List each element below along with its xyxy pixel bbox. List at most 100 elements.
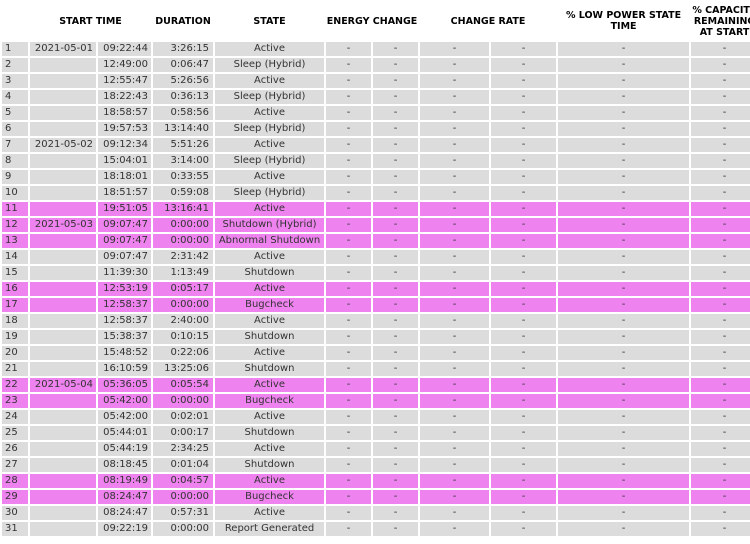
table-row: 5 18:58:57 0:58:56 Active - - - - - -	[2, 106, 750, 122]
table-row: 1 2021-05-01 09:22:44 3:26:15 Active - - - - - -	[2, 42, 750, 58]
start-time: 15:48:52	[98, 346, 152, 362]
start-date: 2021-05-03	[30, 218, 96, 234]
low-power-state-time: -	[558, 58, 690, 74]
start-date	[30, 170, 96, 186]
change-rate-mw: -	[420, 170, 490, 186]
change-rate-mw: -	[420, 458, 490, 474]
energy-change-mwh: -	[326, 330, 372, 346]
row-index: 27	[2, 458, 28, 474]
duration: 0:10:15	[153, 330, 214, 346]
change-rate-pct: -	[491, 362, 557, 378]
energy-change-pct: -	[373, 42, 419, 58]
capacity-remaining: -	[691, 138, 750, 154]
energy-change-mwh: -	[326, 362, 372, 378]
energy-change-pct: -	[373, 282, 419, 298]
duration: 0:00:00	[153, 234, 214, 250]
energy-change-mwh: -	[326, 394, 372, 410]
energy-change-mwh: -	[326, 186, 372, 202]
row-index: 11	[2, 202, 28, 218]
energy-change-mwh: -	[326, 250, 372, 266]
energy-change-pct: -	[373, 394, 419, 410]
state: Report Generated	[215, 522, 325, 538]
change-rate-pct: -	[491, 90, 557, 106]
energy-change-mwh: -	[326, 506, 372, 522]
change-rate-mw: -	[420, 106, 490, 122]
row-index: 5	[2, 106, 28, 122]
change-rate-pct: -	[491, 250, 557, 266]
start-date	[30, 458, 96, 474]
energy-change-pct: -	[373, 202, 419, 218]
state: Active	[215, 410, 325, 426]
table-row: 10 18:51:57 0:59:08 Sleep (Hybrid) - - - - - -	[2, 186, 750, 202]
row-index: 9	[2, 170, 28, 186]
low-power-state-time: -	[558, 362, 690, 378]
header-start-time: START TIME	[30, 0, 152, 42]
energy-change-pct: -	[373, 122, 419, 138]
change-rate-mw: -	[420, 426, 490, 442]
energy-change-mwh: -	[326, 234, 372, 250]
change-rate-pct: -	[491, 202, 557, 218]
low-power-state-time: -	[558, 426, 690, 442]
row-index: 29	[2, 490, 28, 506]
low-power-state-time: -	[558, 458, 690, 474]
capacity-remaining: -	[691, 234, 750, 250]
start-date	[30, 202, 96, 218]
start-time: 12:49:00	[98, 58, 152, 74]
state: Active	[215, 106, 325, 122]
change-rate-mw: -	[420, 122, 490, 138]
low-power-state-time: -	[558, 506, 690, 522]
duration: 0:01:04	[153, 458, 214, 474]
low-power-state-time: -	[558, 330, 690, 346]
energy-change-mwh: -	[326, 410, 372, 426]
start-time: 05:42:00	[98, 410, 152, 426]
capacity-remaining: -	[691, 394, 750, 410]
table-row: 13 09:07:47 0:00:00 Abnormal Shutdown - - - - - -	[2, 234, 750, 250]
row-index: 20	[2, 346, 28, 362]
low-power-state-time: -	[558, 122, 690, 138]
low-power-state-time: -	[558, 282, 690, 298]
battery-usage-report: START TIME DURATION STATE ENERGY CHANGE …	[0, 0, 750, 544]
table-row: 17 12:58:37 0:00:00 Bugcheck - - - - - -	[2, 298, 750, 314]
duration: 5:26:56	[153, 74, 214, 90]
state: Bugcheck	[215, 394, 325, 410]
start-date	[30, 426, 96, 442]
row-index: 1	[2, 42, 28, 58]
state: Active	[215, 202, 325, 218]
duration: 5:51:26	[153, 138, 214, 154]
change-rate-pct: -	[491, 490, 557, 506]
capacity-remaining: -	[691, 362, 750, 378]
state: Active	[215, 442, 325, 458]
table-row: 20 15:48:52 0:22:06 Active - - - - - -	[2, 346, 750, 362]
start-date	[30, 506, 96, 522]
start-time: 15:38:37	[98, 330, 152, 346]
row-index: 3	[2, 74, 28, 90]
energy-change-mwh: -	[326, 154, 372, 170]
duration: 3:14:00	[153, 154, 214, 170]
state: Sleep (Hybrid)	[215, 58, 325, 74]
start-date	[30, 58, 96, 74]
state: Abnormal Shutdown	[215, 234, 325, 250]
header-state: STATE	[215, 0, 325, 42]
start-date: 2021-05-01	[30, 42, 96, 58]
capacity-remaining: -	[691, 506, 750, 522]
start-time: 05:42:00	[98, 394, 152, 410]
start-time: 12:53:19	[98, 282, 152, 298]
change-rate-pct: -	[491, 282, 557, 298]
low-power-state-time: -	[558, 490, 690, 506]
table-row: 18 12:58:37 2:40:00 Active - - - - - -	[2, 314, 750, 330]
duration: 0:57:31	[153, 506, 214, 522]
capacity-remaining: -	[691, 378, 750, 394]
low-power-state-time: -	[558, 202, 690, 218]
row-index: 16	[2, 282, 28, 298]
change-rate-pct: -	[491, 410, 557, 426]
table-row: 26 05:44:19 2:34:25 Active - - - - - -	[2, 442, 750, 458]
start-time: 12:55:47	[98, 74, 152, 90]
table-body: 1 2021-05-01 09:22:44 3:26:15 Active - - - - - -2 1…	[2, 42, 750, 538]
start-date	[30, 298, 96, 314]
row-index: 4	[2, 90, 28, 106]
duration: 0:00:00	[153, 522, 214, 538]
change-rate-mw: -	[420, 154, 490, 170]
start-time: 19:57:53	[98, 122, 152, 138]
start-date	[30, 234, 96, 250]
change-rate-mw: -	[420, 330, 490, 346]
